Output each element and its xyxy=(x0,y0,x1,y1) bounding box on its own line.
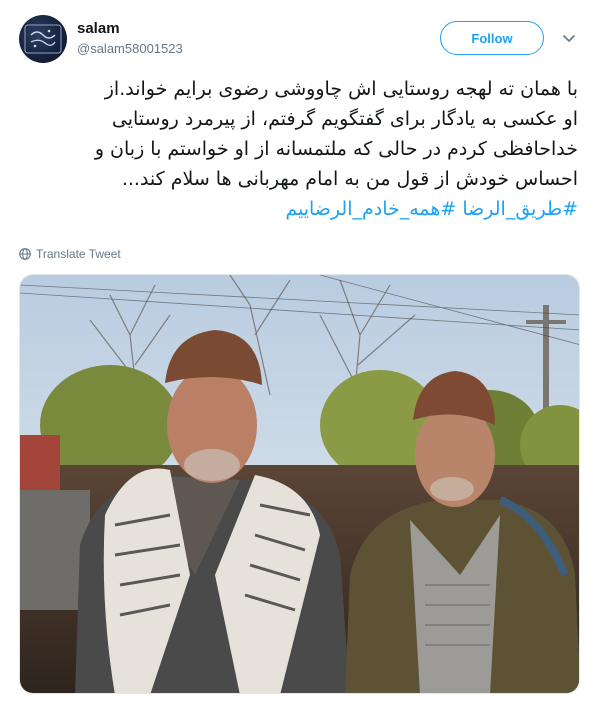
globe-icon xyxy=(19,248,31,260)
tweet-line: احساس خودش از قول من به امام مهربانی ها … xyxy=(121,168,578,190)
hashtag-line: #طریق_الرضا #همه_خادم_الرضاییم xyxy=(18,194,578,224)
avatar[interactable] xyxy=(19,15,67,63)
hashtag-link[interactable]: #طریق_الرضا xyxy=(462,198,578,220)
follow-button[interactable]: Follow xyxy=(440,21,544,55)
tweet-text: با همان ته لهجه روستایی اش چاووشی رضوی ب… xyxy=(18,74,578,224)
tweet-line: با همان ته لهجه روستایی اش چاووشی رضوی ب… xyxy=(104,78,578,100)
translate-label: Translate Tweet xyxy=(36,247,121,261)
user-handle[interactable]: @salam58001523 xyxy=(77,41,183,56)
tweet-card: salam @salam58001523 Follow با همان ته ل… xyxy=(0,0,596,706)
tweet-line: خداحافظی کردم در حالی که ملتمسانه از او … xyxy=(94,138,578,160)
tweet-photo[interactable] xyxy=(19,274,580,694)
translate-tweet-link[interactable]: Translate Tweet xyxy=(19,247,121,261)
display-name[interactable]: salam xyxy=(77,20,120,37)
chevron-down-icon[interactable] xyxy=(562,32,576,46)
photo-image xyxy=(20,275,579,693)
tweet-line: او عکسی به یادگار برای گفتگویم گرفتم، از… xyxy=(111,108,578,130)
avatar-image xyxy=(24,24,62,54)
hashtag-link[interactable]: #همه_خادم_الرضاییم xyxy=(285,198,456,220)
